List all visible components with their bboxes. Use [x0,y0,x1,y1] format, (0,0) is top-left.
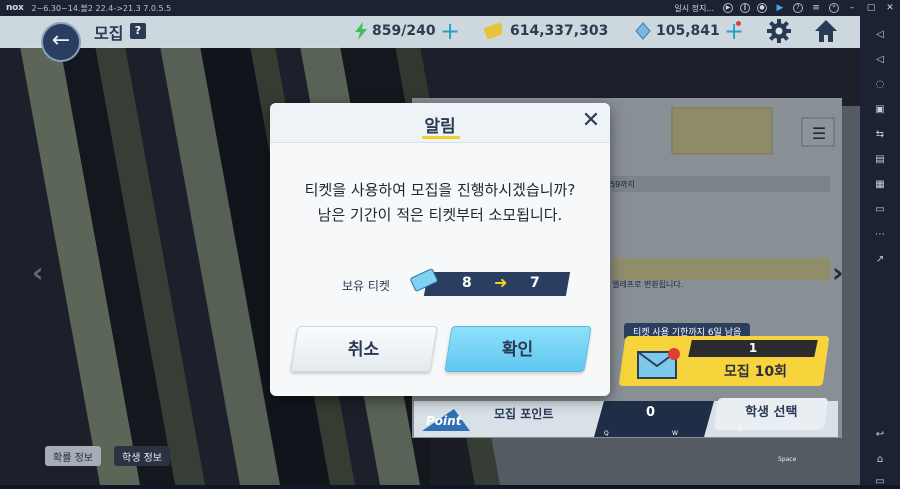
volume-up-icon[interactable]: ◁ [873,28,887,42]
window-close-icon[interactable]: ✕ [884,0,896,16]
menu-lines-icon[interactable]: ≡ [810,0,822,16]
ap-lightning-icon [355,22,367,40]
emulator-controls: 일시 정지... ▶ ‖ ● ▶ ? ≡ * – ▢ ✕ [674,0,896,16]
prev-banner-arrow-icon[interactable]: ‹ [32,256,44,289]
calendar-icon[interactable]: ▦ [873,178,887,192]
ap-value: 859/240 [372,23,436,39]
help-circle-icon[interactable]: ? [793,3,803,13]
gems-plus-button[interactable]: + [724,17,744,45]
more-icon[interactable]: ⋯ [873,228,887,242]
dialog-message-line2: 남은 기간이 적은 티켓부터 소모됩니다. [317,206,563,224]
maximize-icon[interactable]: ▢ [865,0,877,16]
screenshot-icon[interactable]: ▣ [873,103,887,117]
emulator-logo: nox [6,3,24,13]
sync-icon[interactable]: ⇆ [873,128,887,142]
keyboard-icon[interactable]: ▤ [873,153,887,167]
emulator-sidebar: ◁ ◁ ◌ ▣ ⇆ ▤ ▦ ▭ ⋯ ↗ ↩ ⌂ ▭ [860,16,900,487]
play-store-icon[interactable]: ▶ [774,0,786,16]
settings-circle-icon[interactable]: * [829,3,839,13]
back-arrow-icon: ← [51,28,71,53]
page-title: 모집 [94,24,124,43]
key-q: Q [604,430,609,437]
mail-icon [637,348,680,379]
recruit-10-label: 모집 10회 [724,364,787,380]
minimize-icon[interactable]: – [846,0,858,16]
help-button[interactable]: ? [130,23,146,39]
cancel-label: 취소 [348,340,380,360]
owned-ticket-label: 보유 티켓 [342,279,390,293]
pause-label[interactable]: 일시 정지... [674,3,714,14]
title-underline [422,136,460,139]
android-home-icon[interactable]: ⌂ [873,453,887,467]
confirm-button[interactable]: 확인 [444,326,592,372]
credit-icon [484,22,502,40]
ticket-icon [410,268,438,292]
close-icon[interactable]: ✕ [580,110,602,132]
point-value: 0 [646,405,656,420]
notification-dot [736,21,741,26]
key-w: W [672,430,678,437]
android-recent-icon[interactable]: ▭ [873,475,887,489]
confirm-label: 확인 [502,340,534,360]
emulator-titlebar: nox 2~6.30~14.블2 22.4->21.3 7.0.5.5 일시 정… [0,0,900,16]
key-space: Space [778,456,797,463]
tab-student-info[interactable]: 학생 정보 [114,446,170,466]
credits-value: 614,337,303 [510,23,609,39]
gems-value: 105,841 [656,23,720,39]
ap-plus-button[interactable]: + [440,17,460,45]
dialog-title: 알림 [424,117,456,137]
play-icon[interactable]: ▶ [723,3,733,13]
arrow-right-icon: ➜ [494,273,508,292]
ticket-count-after: 7 [530,275,540,291]
cancel-button[interactable]: 취소 [290,326,438,372]
gear-icon[interactable] [767,19,791,43]
point-logo: Point [426,414,462,428]
back-button[interactable]: ← [41,22,81,62]
android-back-icon[interactable]: ↩ [873,428,887,442]
alert-dialog: 알림 ✕ 티켓을 사용하여 모집을 진행하시겠습니까? 남은 기간이 적은 티켓… [270,103,610,396]
fullscreen-icon[interactable]: ↗ [873,253,887,267]
tab-rates[interactable]: 확률 정보 [45,446,101,466]
next-banner-arrow-icon[interactable]: › [832,256,844,289]
student-select-button[interactable]: 학생 선택 [713,398,829,430]
student-select-label: 학생 선택 [744,405,798,420]
home-icon[interactable] [814,19,838,43]
emulator-title: 2~6.30~14.블2 22.4->21.3 7.0.5.5 [31,3,172,13]
recruit-10-count: 1 [748,341,758,355]
ticket-count-before: 8 [462,275,472,291]
gem-icon [635,22,651,40]
chat-icon[interactable]: ▭ [873,203,887,217]
point-label: 모집 포인트 [494,407,554,421]
dialog-message-line1: 티켓을 사용하여 모집을 진행하시겠습니까? [304,181,576,199]
shake-icon[interactable]: ◌ [873,78,887,92]
volume-down-icon[interactable]: ◁ [873,53,887,67]
pause-icon[interactable]: ‖ [740,3,750,13]
record-icon[interactable]: ● [757,3,767,13]
key-e: E [738,426,742,433]
